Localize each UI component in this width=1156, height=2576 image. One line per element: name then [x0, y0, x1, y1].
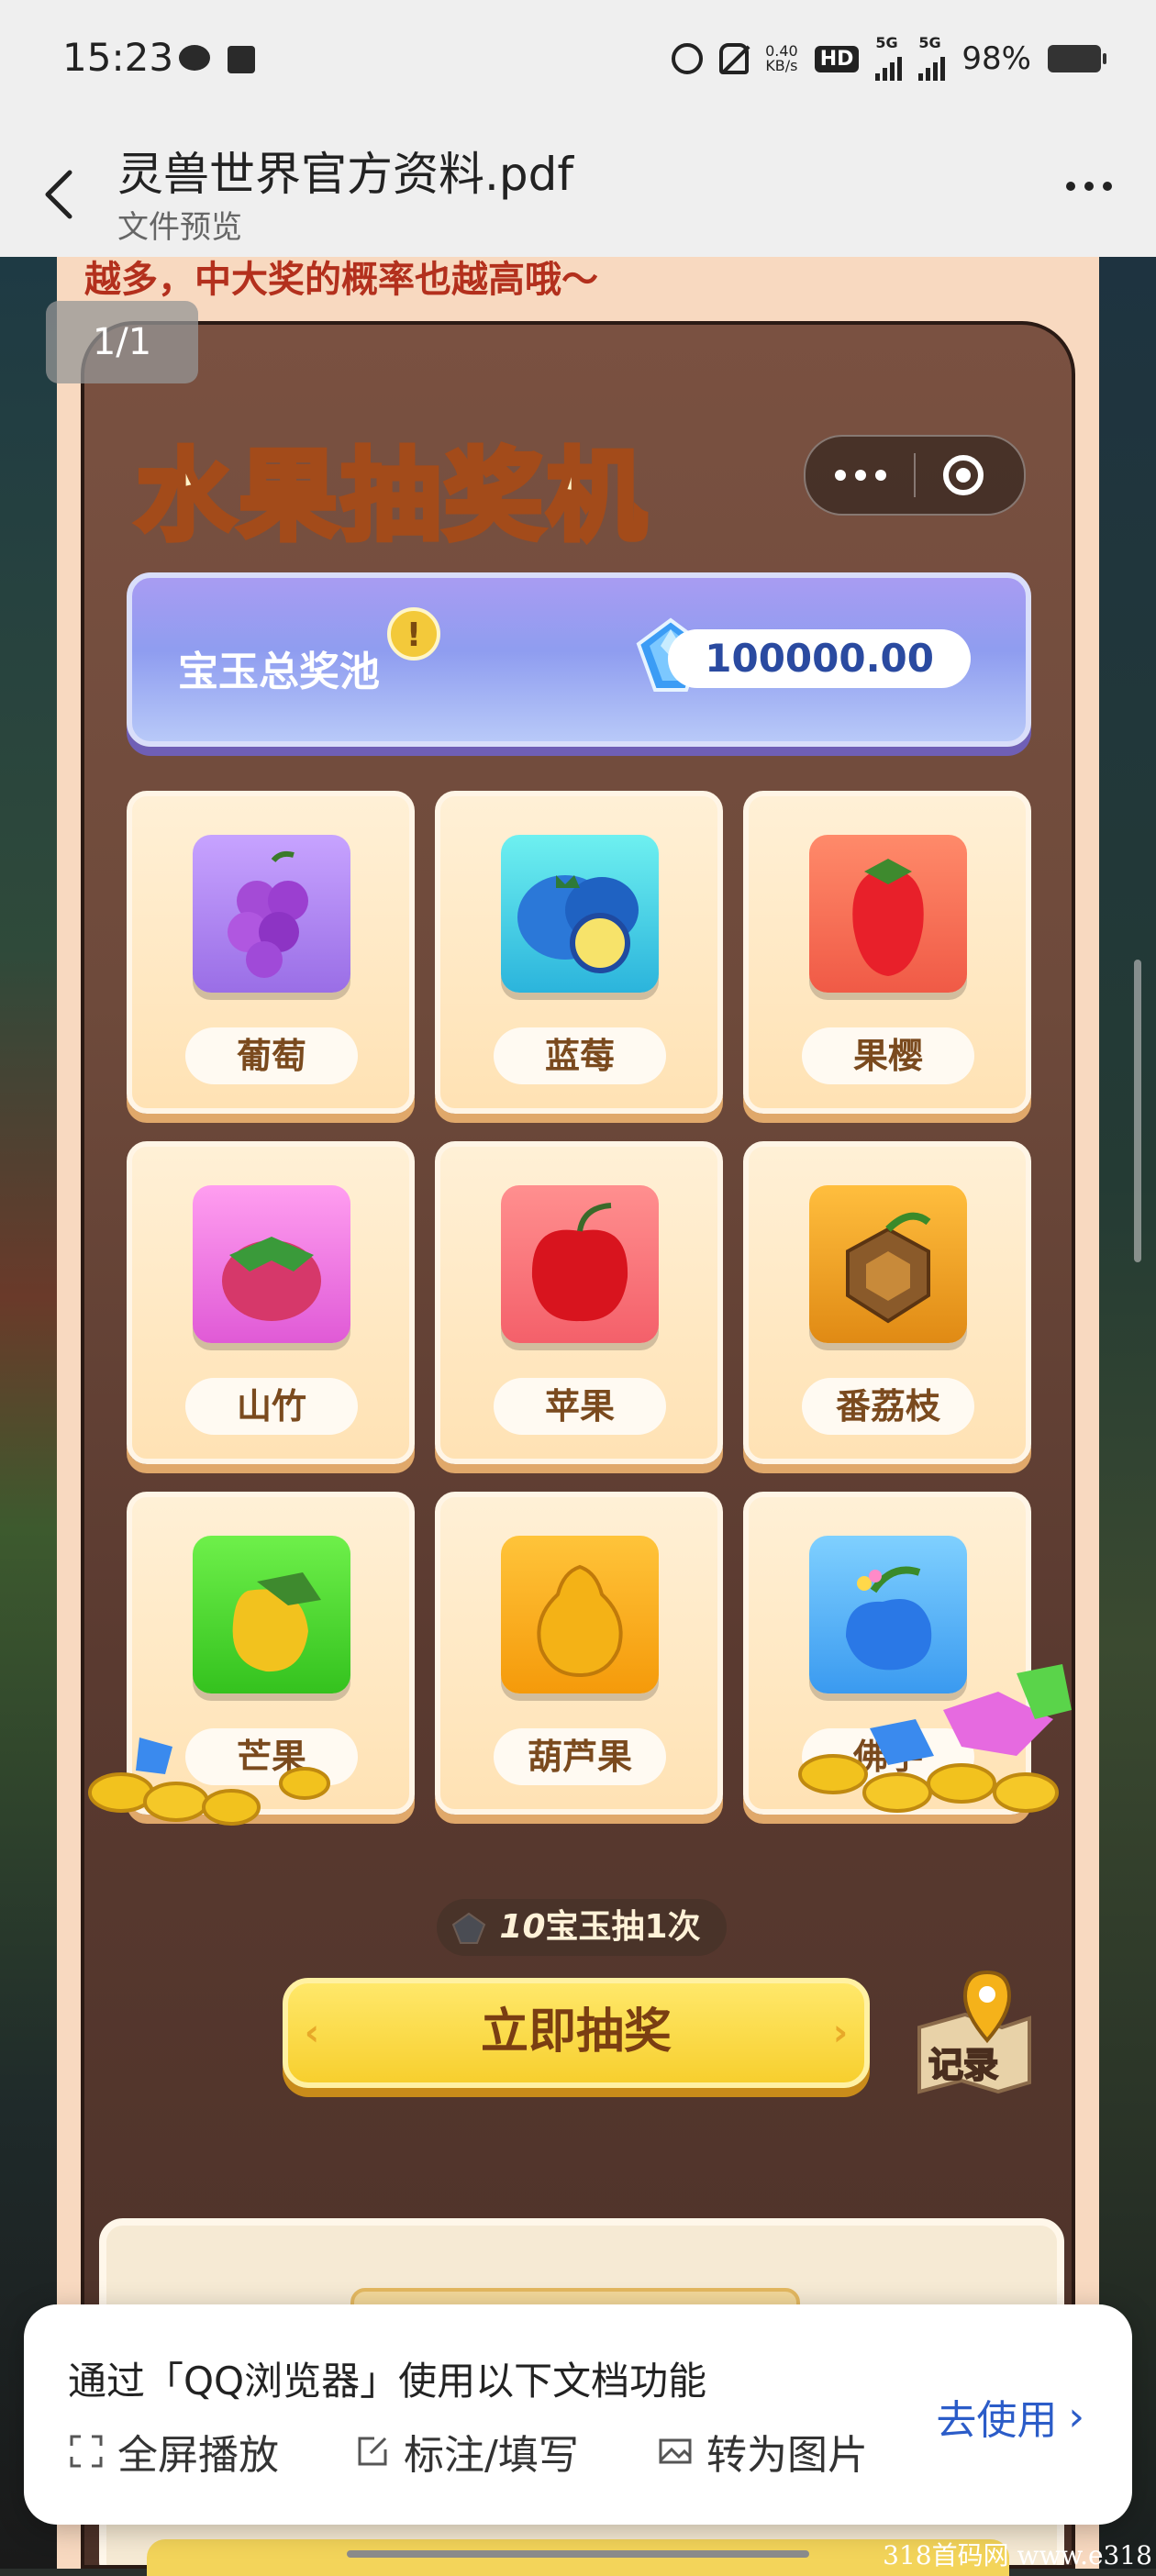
go-use-button[interactable]: 去使用 › — [936, 2387, 1084, 2446]
record-label[interactable]: 记录 — [928, 2037, 999, 2087]
fullscreen-label: 全屏播放 — [117, 2432, 279, 2479]
signal-bars-icon — [918, 50, 946, 81]
fruit-card-blueberry[interactable]: 蓝莓 — [435, 791, 723, 1114]
app-notification-icon — [228, 46, 255, 73]
network-type-1: 5G — [875, 34, 898, 51]
network-speed-unit: KB/s — [765, 57, 798, 74]
coin-pile-left — [88, 1738, 330, 1826]
go-use-label: 去使用 — [936, 2397, 1058, 2444]
fruit-card-gourd[interactable]: 葫芦果 — [435, 1492, 723, 1815]
grape-icon — [228, 850, 308, 978]
status-right-group: 0.40 KB/s HD 5G 5G 98% — [672, 34, 1106, 81]
draw-cost-number: 10 — [499, 1908, 546, 1946]
draw-button-label: 立即抽奖 — [480, 2004, 672, 2060]
draw-cost-text: 宝玉抽1次 — [545, 1908, 701, 1946]
fullscreen-icon — [70, 2435, 103, 2468]
fruit-name: 蓝莓 — [494, 1027, 666, 1084]
hd-icon: HD — [814, 45, 860, 72]
fruit-name: 葫芦果 — [494, 1728, 666, 1785]
lower-button-partial — [147, 2539, 1009, 2576]
mango-tile — [193, 1536, 350, 1693]
watermark: 318首码网 www.e318 — [883, 2540, 1152, 2570]
cherry-tile — [809, 835, 967, 993]
mangosteen-icon — [222, 1237, 321, 1321]
more-options-icon[interactable] — [1066, 182, 1112, 191]
gourd-fruit-icon — [537, 1564, 623, 1678]
annotate-label: 标注/填写 — [404, 2432, 579, 2479]
status-bar: 15:23 0.40 KB/s HD 5G 5G 98% — [0, 0, 1156, 128]
image-icon — [659, 2438, 692, 2464]
signal-2: 5G — [918, 34, 946, 81]
network-type-2: 5G — [918, 34, 941, 51]
strawberry-cherry-icon — [852, 859, 924, 976]
battery-icon — [1048, 45, 1106, 72]
jade-pool-panel: 宝玉总奖池 ! 100000.00 — [127, 572, 1031, 747]
fruit-card-cherry[interactable]: 果樱 — [743, 791, 1031, 1114]
fruit-name: 山竹 — [185, 1378, 358, 1435]
scrollbar[interactable] — [1134, 960, 1141, 1262]
pool-value: 100000.00 — [668, 629, 971, 688]
game-title: 水果抽奖机 — [133, 437, 650, 557]
gourd-tile — [501, 1536, 659, 1693]
document-header: 灵兽世界官方资料.pdf 文件预览 — [0, 128, 1156, 257]
apple-icon — [531, 1203, 628, 1322]
alarm-icon — [672, 43, 704, 74]
convert-to-image-option[interactable]: 转为图片 — [657, 2422, 868, 2481]
fruit-lottery-screen: 水果抽奖机 宝玉总奖池 ! 100000.00 葡萄 蓝莓 果樱 山竹 苹果 番… — [81, 321, 1075, 2569]
network-speed: 0.40 KB/s — [765, 44, 798, 73]
annotate-fill-option[interactable]: 标注/填写 — [354, 2422, 579, 2481]
custard-apple-icon — [846, 1212, 931, 1324]
mangosteen-tile — [193, 1185, 350, 1343]
chevron-right-icon: › — [1068, 2393, 1084, 2440]
battery-percent: 98% — [961, 40, 1031, 77]
qq-browser-prompt: 通过「QQ浏览器」使用以下文档功能 全屏播放 标注/填写 转为图片 去使用 › — [24, 2304, 1132, 2525]
fruit-card-grape[interactable]: 葡萄 — [127, 791, 415, 1114]
document-title: 灵兽世界官方资料.pdf — [117, 148, 573, 201]
blueberry-icon — [517, 875, 639, 973]
fruit-name: 葡萄 — [185, 1027, 358, 1084]
background-left — [0, 257, 64, 2569]
signal-1: 5G — [875, 34, 903, 81]
draw-now-button[interactable]: ‹ 立即抽奖 › — [283, 1978, 870, 2088]
more-icon[interactable] — [835, 470, 886, 481]
fruit-name: 果樱 — [802, 1027, 974, 1084]
qq-prompt-title: 通过「QQ浏览器」使用以下文档功能 — [68, 2359, 707, 2404]
apple-tile — [501, 1185, 659, 1343]
fruit-name: 苹果 — [494, 1378, 666, 1435]
status-time: 15:23 — [62, 35, 174, 80]
coin-pile-right — [798, 1664, 1072, 1813]
info-icon[interactable]: ! — [387, 607, 440, 661]
signal-bars-icon — [875, 50, 903, 81]
fullscreen-play-option[interactable]: 全屏播放 — [68, 2422, 279, 2481]
capsule-divider — [914, 453, 916, 497]
back-arrow-icon[interactable] — [40, 167, 77, 222]
fruit-card-custard-apple[interactable]: 番荔枝 — [743, 1141, 1031, 1464]
convert-label: 转为图片 — [706, 2432, 868, 2479]
pool-label: 宝玉总奖池 — [178, 649, 380, 695]
home-indicator[interactable] — [347, 2550, 809, 2558]
document-text: 越多，中大奖的概率也越高哦～ — [84, 259, 598, 301]
fruit-card-apple[interactable]: 苹果 — [435, 1141, 723, 1464]
background-right — [1092, 257, 1156, 2569]
blueberry-tile — [501, 835, 659, 993]
miniprogram-capsule[interactable] — [804, 435, 1026, 516]
fruit-name: 番荔枝 — [802, 1378, 974, 1435]
custard-apple-tile — [809, 1185, 967, 1343]
mute-icon — [719, 43, 750, 74]
edit-icon — [358, 2437, 387, 2466]
chevron-right-icon: › — [832, 2012, 849, 2054]
chevron-left-icon: ‹ — [304, 2012, 320, 2054]
page-indicator: 1/1 — [46, 301, 198, 383]
mango-icon — [232, 1572, 321, 1672]
draw-cost-label: 10宝玉抽1次 — [437, 1899, 727, 1956]
fruit-card-mangosteen[interactable]: 山竹 — [127, 1141, 415, 1464]
close-target-icon[interactable] — [943, 455, 984, 495]
grape-tile — [193, 835, 350, 993]
chat-notification-icon — [179, 45, 210, 71]
document-subtitle: 文件预览 — [117, 209, 242, 246]
